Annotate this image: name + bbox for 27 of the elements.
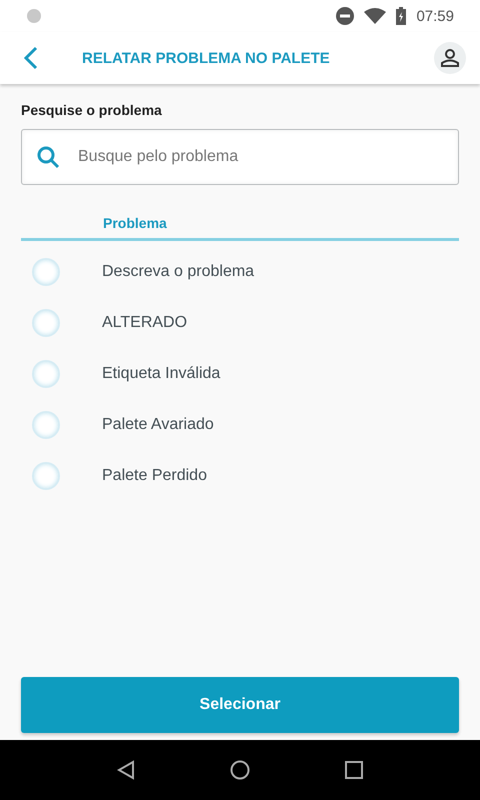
search-label: Pesquise o problema bbox=[21, 102, 163, 118]
home-nav-icon[interactable] bbox=[230, 760, 250, 780]
radio-button[interactable] bbox=[32, 308, 60, 336]
back-icon[interactable] bbox=[24, 46, 38, 70]
person-icon bbox=[441, 49, 459, 67]
back-nav-icon[interactable] bbox=[117, 760, 136, 780]
search-icon bbox=[36, 145, 60, 169]
column-header-text: Problema bbox=[103, 215, 167, 231]
problem-option[interactable]: Palete Avariado bbox=[102, 416, 214, 434]
do-not-disturb-icon bbox=[336, 7, 354, 25]
wifi-icon bbox=[364, 8, 386, 24]
notification-dot-icon bbox=[26, 8, 42, 24]
radio-button[interactable] bbox=[32, 462, 60, 490]
problem-option[interactable]: Palete Perdido bbox=[102, 466, 207, 484]
clock-time: 07:59 bbox=[416, 8, 454, 24]
problem-option[interactable]: Descreva o problema bbox=[102, 262, 254, 280]
radio-button[interactable] bbox=[32, 410, 60, 438]
radio-button[interactable] bbox=[32, 360, 60, 388]
battery-icon bbox=[396, 7, 406, 25]
problem-option[interactable]: Etiqueta Inválida bbox=[102, 364, 220, 382]
search-input[interactable]: Busque pelo problema bbox=[76, 147, 444, 167]
profile-button[interactable] bbox=[434, 42, 466, 74]
radio-button[interactable] bbox=[32, 258, 60, 286]
search-field[interactable]: Busque pelo problema bbox=[21, 129, 459, 185]
screen-title: RELATAR PROBLEMA NO PALETE bbox=[82, 50, 331, 66]
problem-option[interactable]: ALTERADO bbox=[102, 314, 188, 332]
recents-nav-icon[interactable] bbox=[344, 761, 363, 779]
